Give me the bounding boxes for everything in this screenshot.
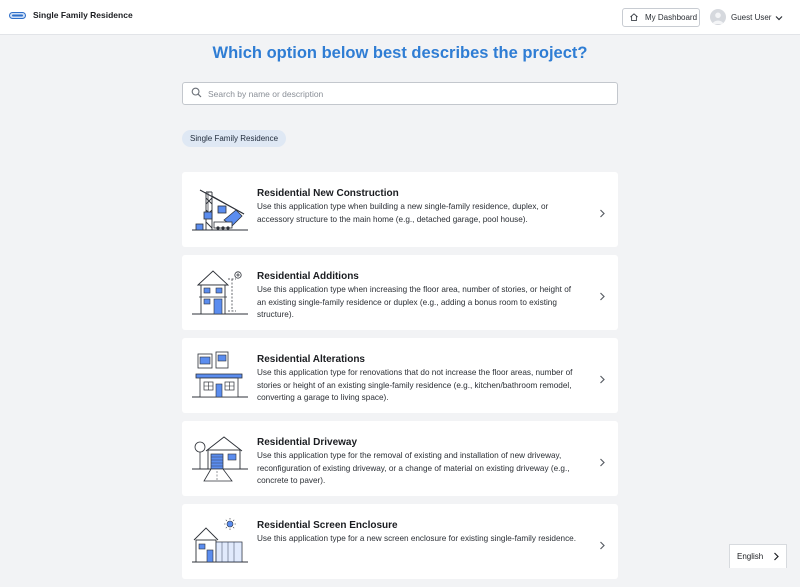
brand-name: Single Family Residence	[33, 10, 133, 20]
construction-crane-icon	[192, 184, 250, 234]
page-title: Which option below best describes the pr…	[212, 44, 588, 62]
option-list: Residential New Construction Use this ap…	[182, 172, 618, 587]
option-card-alterations[interactable]: Residential Alterations Use this applica…	[182, 338, 618, 413]
option-description: Use this application type for renovation…	[257, 368, 573, 402]
option-description: Use this application type for a new scre…	[257, 534, 577, 543]
avatar	[710, 9, 726, 25]
language-selector[interactable]: English	[729, 544, 787, 568]
user-name: Guest User	[731, 12, 772, 22]
screen-enclosure-icon	[192, 516, 250, 566]
option-card-new-construction[interactable]: Residential New Construction Use this ap…	[182, 172, 618, 247]
language-label: English	[737, 552, 764, 561]
option-title: Residential Screen Enclosure	[257, 520, 398, 531]
user-menu[interactable]: Guest User	[710, 8, 783, 26]
brand-logo-icon	[9, 11, 26, 19]
chevron-right-icon	[599, 288, 606, 306]
option-description: Use this application type when increasin…	[257, 285, 572, 319]
chevron-right-icon	[599, 205, 606, 223]
chevron-right-icon	[599, 371, 606, 389]
search-field[interactable]	[182, 82, 618, 105]
option-title: Residential Additions	[257, 271, 359, 282]
top-bar: Single Family Residence My Dashboard Gue…	[0, 0, 800, 35]
my-dashboard-button[interactable]: My Dashboard	[622, 8, 700, 27]
search-icon	[191, 85, 202, 103]
chevron-right-icon	[773, 548, 780, 566]
brand[interactable]: Single Family Residence	[9, 10, 133, 20]
driveway-icon	[192, 433, 250, 483]
option-card-driveway[interactable]: Residential Driveway Use this applicatio…	[182, 421, 618, 496]
option-card-additions[interactable]: Residential Additions Use this applicati…	[182, 255, 618, 330]
chevron-right-icon	[599, 537, 606, 555]
category-chip[interactable]: Single Family Residence	[182, 130, 287, 147]
search-input[interactable]	[208, 88, 588, 99]
chevron-down-icon	[775, 8, 783, 26]
my-dashboard-label: My Dashboard	[645, 13, 698, 22]
option-description: Use this application type for the remova…	[257, 451, 570, 485]
home-icon	[629, 9, 639, 27]
option-description: Use this application type when building …	[257, 202, 549, 224]
option-title: Residential Driveway	[257, 437, 358, 448]
chevron-right-icon	[599, 454, 606, 472]
house-alteration-icon	[192, 350, 250, 400]
option-title: Residential New Construction	[257, 188, 399, 199]
house-addition-icon	[192, 267, 250, 317]
option-title: Residential Alterations	[257, 354, 365, 365]
